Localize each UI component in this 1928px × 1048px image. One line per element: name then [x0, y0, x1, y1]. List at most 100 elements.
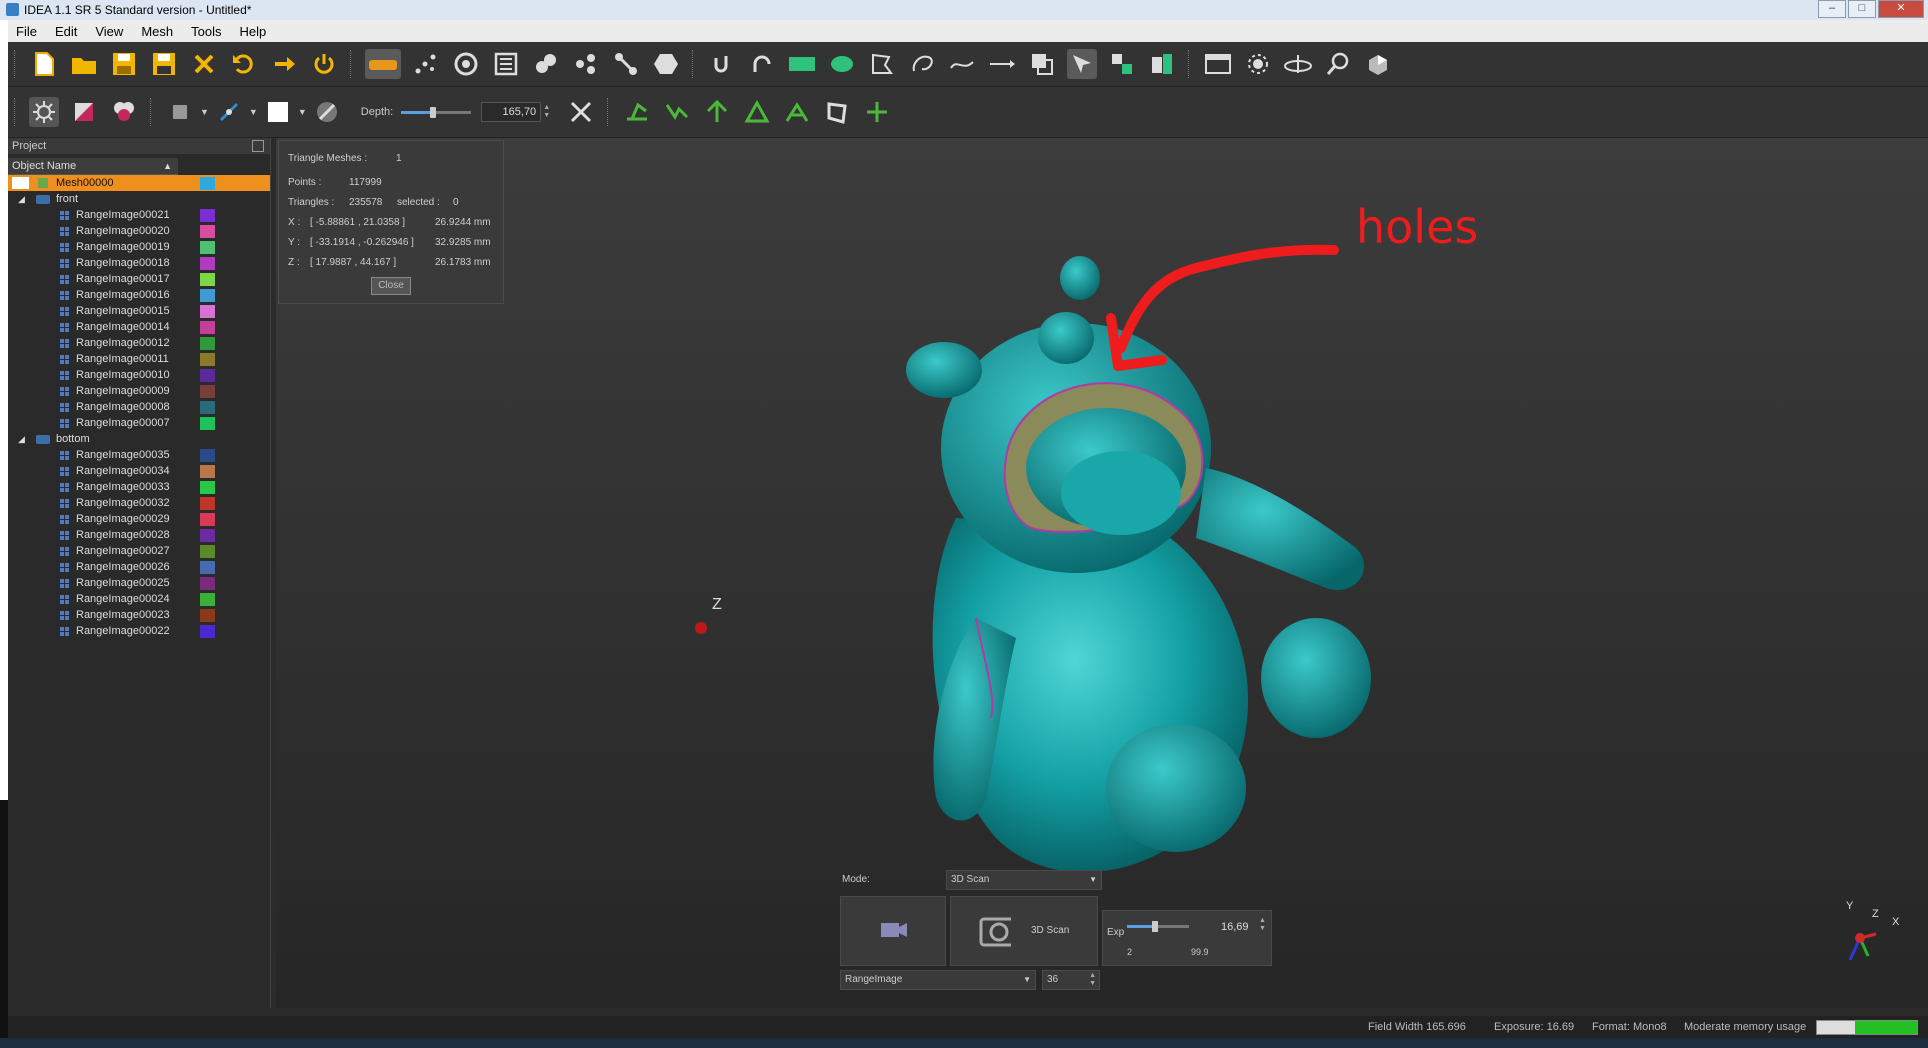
- tree-item[interactable]: RangeImage00033: [8, 479, 270, 495]
- tree-item[interactable]: RangeImage00023: [8, 607, 270, 623]
- rectangle-select-icon[interactable]: [787, 49, 817, 79]
- tree-group-front[interactable]: ◢ front: [8, 191, 270, 207]
- undock-icon[interactable]: [252, 140, 264, 152]
- tree-item[interactable]: RangeImage00014: [8, 319, 270, 335]
- color-swatch[interactable]: [200, 609, 215, 622]
- merge-icon[interactable]: [531, 49, 561, 79]
- color-swatch[interactable]: [200, 209, 215, 222]
- color-swatch[interactable]: [200, 481, 215, 494]
- color-swatch[interactable]: [200, 273, 215, 286]
- menu-mesh[interactable]: Mesh: [141, 24, 173, 39]
- color-swatch[interactable]: [200, 289, 215, 302]
- background-color-icon[interactable]: [263, 97, 293, 127]
- open-folder-icon[interactable]: [69, 49, 99, 79]
- tree-item[interactable]: RangeImage00018: [8, 255, 270, 271]
- color-swatch[interactable]: [200, 353, 215, 366]
- color-swatch[interactable]: [200, 369, 215, 382]
- curve-line-icon[interactable]: [947, 49, 977, 79]
- solid-mode-dropdown-icon[interactable]: ▼: [200, 107, 209, 117]
- color-swatch[interactable]: [200, 513, 215, 526]
- undo-icon[interactable]: [229, 49, 259, 79]
- delete-icon[interactable]: [189, 49, 219, 79]
- tree-item-mesh[interactable]: Mesh00000: [8, 175, 270, 191]
- tree-item[interactable]: RangeImage00035: [8, 447, 270, 463]
- clip-tool-icon[interactable]: [822, 97, 852, 127]
- hook-curve-icon[interactable]: [707, 49, 737, 79]
- tree-item[interactable]: RangeImage00007: [8, 415, 270, 431]
- depth-slider[interactable]: [401, 105, 472, 119]
- tree-item[interactable]: RangeImage00019: [8, 239, 270, 255]
- tree-item[interactable]: RangeImage00012: [8, 335, 270, 351]
- green-tool-4-icon[interactable]: [742, 97, 772, 127]
- tree-item[interactable]: RangeImage00009: [8, 383, 270, 399]
- layers-icon[interactable]: [1147, 49, 1177, 79]
- save-icon[interactable]: [109, 49, 139, 79]
- texture-icon[interactable]: [109, 97, 139, 127]
- green-tool-2-icon[interactable]: [662, 97, 692, 127]
- brush-icon[interactable]: [312, 97, 342, 127]
- depth-input[interactable]: 165,70: [481, 102, 542, 122]
- transform-icon[interactable]: [1107, 49, 1137, 79]
- pick-dropdown-icon[interactable]: ▼: [249, 107, 258, 117]
- pick-point-icon[interactable]: [214, 97, 244, 127]
- green-tool-5-icon[interactable]: [782, 97, 812, 127]
- count-input[interactable]: 36 ▲ ▼: [1042, 970, 1100, 990]
- save-as-icon[interactable]: [149, 49, 179, 79]
- color-swatch[interactable]: [200, 417, 215, 430]
- close-window-button[interactable]: ✕: [1878, 0, 1924, 18]
- expand-arrow-icon[interactable]: ◢: [18, 431, 25, 447]
- pivot-icon[interactable]: [1243, 49, 1273, 79]
- tree-item[interactable]: RangeImage00020: [8, 223, 270, 239]
- visibility-checkbox[interactable]: [12, 177, 29, 189]
- view-cube-icon[interactable]: [1363, 49, 1393, 79]
- minimize-button[interactable]: –: [1818, 0, 1846, 18]
- color-swatch[interactable]: [200, 449, 215, 462]
- ellipse-select-icon[interactable]: [827, 49, 857, 79]
- color-swatch[interactable]: [200, 241, 215, 254]
- exp-spinner[interactable]: ▲ ▼: [1259, 917, 1266, 933]
- tree-item[interactable]: RangeImage00027: [8, 543, 270, 559]
- cluster-icon[interactable]: [571, 49, 601, 79]
- tools-icon[interactable]: [566, 97, 596, 127]
- tree-item[interactable]: RangeImage00008: [8, 399, 270, 415]
- tree-item[interactable]: RangeImage00022: [8, 623, 270, 639]
- color-swatch[interactable]: [200, 225, 215, 238]
- menu-view[interactable]: View: [95, 24, 123, 39]
- menu-help[interactable]: Help: [239, 24, 266, 39]
- tree-item[interactable]: RangeImage00024: [8, 591, 270, 607]
- color-swatch[interactable]: [200, 625, 215, 638]
- line-icon[interactable]: [987, 49, 1017, 79]
- shading-icon[interactable]: [69, 97, 99, 127]
- video-button[interactable]: [840, 896, 946, 966]
- point-cloud-icon[interactable]: [411, 49, 441, 79]
- count-spinner[interactable]: ▲ ▼: [1089, 972, 1096, 988]
- tree-item[interactable]: RangeImage00026: [8, 559, 270, 575]
- redo-icon[interactable]: [269, 49, 299, 79]
- color-swatch[interactable]: [200, 561, 215, 574]
- mode-select[interactable]: 3D Scan ▼: [946, 870, 1102, 890]
- output-type-select[interactable]: RangeImage ▼: [840, 970, 1036, 990]
- color-swatch[interactable]: [200, 321, 215, 334]
- frame-view-icon[interactable]: [1203, 49, 1233, 79]
- solid-mode-icon[interactable]: [165, 97, 195, 127]
- color-swatch[interactable]: [200, 337, 215, 350]
- tree-item[interactable]: RangeImage00015: [8, 303, 270, 319]
- tree-item[interactable]: RangeImage00021: [8, 207, 270, 223]
- color-swatch[interactable]: [200, 577, 215, 590]
- rotate-globe-icon[interactable]: [451, 49, 481, 79]
- tree-item[interactable]: RangeImage00028: [8, 527, 270, 543]
- polygon-select-icon[interactable]: [867, 49, 897, 79]
- 3d-scan-button[interactable]: 3D Scan: [950, 896, 1098, 966]
- turntable-icon[interactable]: [1283, 49, 1313, 79]
- color-swatch[interactable]: [200, 257, 215, 270]
- info-close-button[interactable]: Close: [371, 277, 411, 295]
- zoom-icon[interactable]: [1323, 49, 1353, 79]
- green-tool-3-icon[interactable]: [702, 97, 732, 127]
- menu-tools[interactable]: Tools: [191, 24, 221, 39]
- tree-item[interactable]: RangeImage00025: [8, 575, 270, 591]
- tree-item[interactable]: RangeImage00010: [8, 367, 270, 383]
- tree-item[interactable]: RangeImage00029: [8, 511, 270, 527]
- green-tool-6-icon[interactable]: [862, 97, 892, 127]
- color-swatch[interactable]: [200, 529, 215, 542]
- menu-file[interactable]: File: [16, 24, 37, 39]
